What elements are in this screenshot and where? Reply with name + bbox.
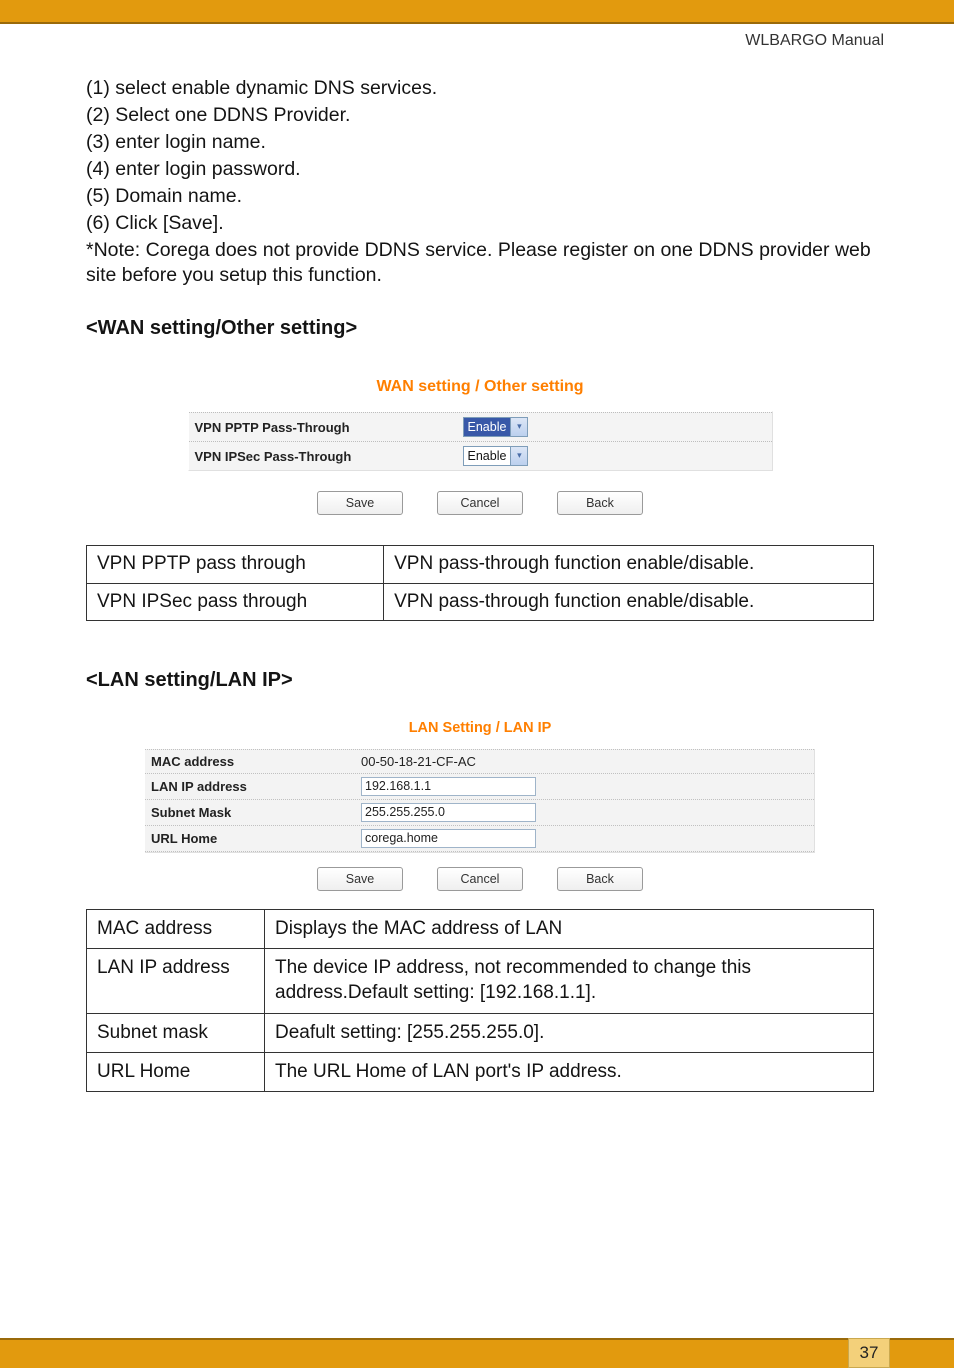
lan-row-ip: LAN IP address bbox=[145, 773, 814, 799]
lan-row-url: URL Home bbox=[145, 825, 814, 852]
lan-ip-label: LAN IP address bbox=[151, 778, 361, 795]
lan-mac-label: MAC address bbox=[151, 753, 361, 770]
step-1: (1) select enable dynamic DNS services. bbox=[86, 76, 874, 102]
lan-settings-table: MAC address 00-50-18-21-CF-AC LAN IP add… bbox=[145, 749, 815, 853]
lan-desc-r1c2: Displays the MAC address of LAN bbox=[265, 909, 874, 948]
page-footer: 37 bbox=[0, 1338, 954, 1368]
back-button[interactable]: Back bbox=[557, 491, 643, 515]
table-row: MAC address Displays the MAC address of … bbox=[87, 909, 874, 948]
step-3: (3) enter login name. bbox=[86, 130, 874, 156]
wan-desc-r1c2: VPN pass-through function enable/disable… bbox=[384, 546, 874, 583]
wan-ipsec-label: VPN IPSec Pass-Through bbox=[195, 448, 463, 465]
page-number: 37 bbox=[848, 1338, 890, 1368]
lan-ip-input[interactable] bbox=[361, 777, 536, 796]
table-row: VPN IPSec pass through VPN pass-through … bbox=[87, 583, 874, 620]
lan-heading: <LAN setting/LAN IP> bbox=[86, 667, 874, 694]
table-row: VPN PPTP pass through VPN pass-through f… bbox=[87, 546, 874, 583]
step-4: (4) enter login password. bbox=[86, 157, 874, 183]
wan-button-row: Save Cancel Back bbox=[188, 491, 773, 515]
lan-desc-r2c2: The device IP address, not recommended t… bbox=[265, 949, 874, 1014]
lan-button-row: Save Cancel Back bbox=[145, 867, 815, 891]
footer-bar: 37 bbox=[0, 1340, 954, 1368]
wan-desc-r2c1: VPN IPSec pass through bbox=[87, 583, 384, 620]
wan-desc-r1c1: VPN PPTP pass through bbox=[87, 546, 384, 583]
cancel-button[interactable]: Cancel bbox=[437, 867, 523, 891]
lan-mac-value: 00-50-18-21-CF-AC bbox=[361, 753, 476, 770]
table-row: URL Home The URL Home of LAN port's IP a… bbox=[87, 1052, 874, 1091]
lan-fig-title: LAN Setting / LAN IP bbox=[145, 719, 815, 738]
step-2: (2) Select one DDNS Provider. bbox=[86, 103, 874, 129]
step-note: *Note: Corega does not provide DDNS serv… bbox=[86, 238, 874, 290]
steps-list: (1) select enable dynamic DNS services. … bbox=[86, 76, 874, 289]
top-accent-bar bbox=[0, 0, 954, 22]
lan-figure: LAN Setting / LAN IP MAC address 00-50-1… bbox=[145, 719, 815, 891]
lan-desc-r3c2: Deafult setting: [255.255.255.0]. bbox=[265, 1013, 874, 1052]
cancel-button[interactable]: Cancel bbox=[437, 491, 523, 515]
wan-pptp-select[interactable]: Enable ▾ bbox=[463, 417, 529, 437]
back-button[interactable]: Back bbox=[557, 867, 643, 891]
doc-title: WLBARGO Manual bbox=[745, 32, 884, 50]
wan-pptp-label: VPN PPTP Pass-Through bbox=[195, 419, 463, 436]
lan-desc-r1c1: MAC address bbox=[87, 909, 265, 948]
lan-mask-label: Subnet Mask bbox=[151, 804, 361, 821]
wan-desc-r2c2: VPN pass-through function enable/disable… bbox=[384, 583, 874, 620]
table-row: LAN IP address The device IP address, no… bbox=[87, 949, 874, 1014]
step-6: (6) Click [Save]. bbox=[86, 211, 874, 237]
wan-ipsec-select[interactable]: Enable ▾ bbox=[463, 446, 529, 466]
lan-url-label: URL Home bbox=[151, 830, 361, 847]
table-row: Subnet mask Deafult setting: [255.255.25… bbox=[87, 1013, 874, 1052]
lan-desc-r4c1: URL Home bbox=[87, 1052, 265, 1091]
lan-desc-r2c1: LAN IP address bbox=[87, 949, 265, 1014]
wan-figure: WAN setting / Other setting VPN PPTP Pas… bbox=[188, 376, 773, 515]
lan-desc-r4c2: The URL Home of LAN port's IP address. bbox=[265, 1052, 874, 1091]
wan-ipsec-select-value: Enable bbox=[468, 448, 507, 465]
wan-pptp-select-value: Enable bbox=[468, 419, 507, 436]
lan-row-mask: Subnet Mask bbox=[145, 799, 814, 825]
save-button[interactable]: Save bbox=[317, 491, 403, 515]
chevron-down-icon: ▾ bbox=[510, 447, 527, 465]
step-5: (5) Domain name. bbox=[86, 184, 874, 210]
lan-url-input[interactable] bbox=[361, 829, 536, 848]
lan-row-mac: MAC address 00-50-18-21-CF-AC bbox=[145, 749, 814, 773]
lan-desc-table: MAC address Displays the MAC address of … bbox=[86, 909, 874, 1092]
wan-fig-title: WAN setting / Other setting bbox=[188, 376, 773, 397]
top-rule bbox=[0, 22, 954, 24]
save-button[interactable]: Save bbox=[317, 867, 403, 891]
lan-desc-r3c1: Subnet mask bbox=[87, 1013, 265, 1052]
chevron-down-icon: ▾ bbox=[510, 418, 527, 436]
wan-row-ipsec: VPN IPSec Pass-Through Enable ▾ bbox=[189, 441, 772, 470]
wan-settings-table: VPN PPTP Pass-Through Enable ▾ VPN IPSec… bbox=[188, 411, 773, 471]
wan-heading: <WAN setting/Other setting> bbox=[86, 315, 874, 342]
wan-row-pptp: VPN PPTP Pass-Through Enable ▾ bbox=[189, 412, 772, 441]
wan-desc-table: VPN PPTP pass through VPN pass-through f… bbox=[86, 545, 874, 621]
lan-mask-input[interactable] bbox=[361, 803, 536, 822]
